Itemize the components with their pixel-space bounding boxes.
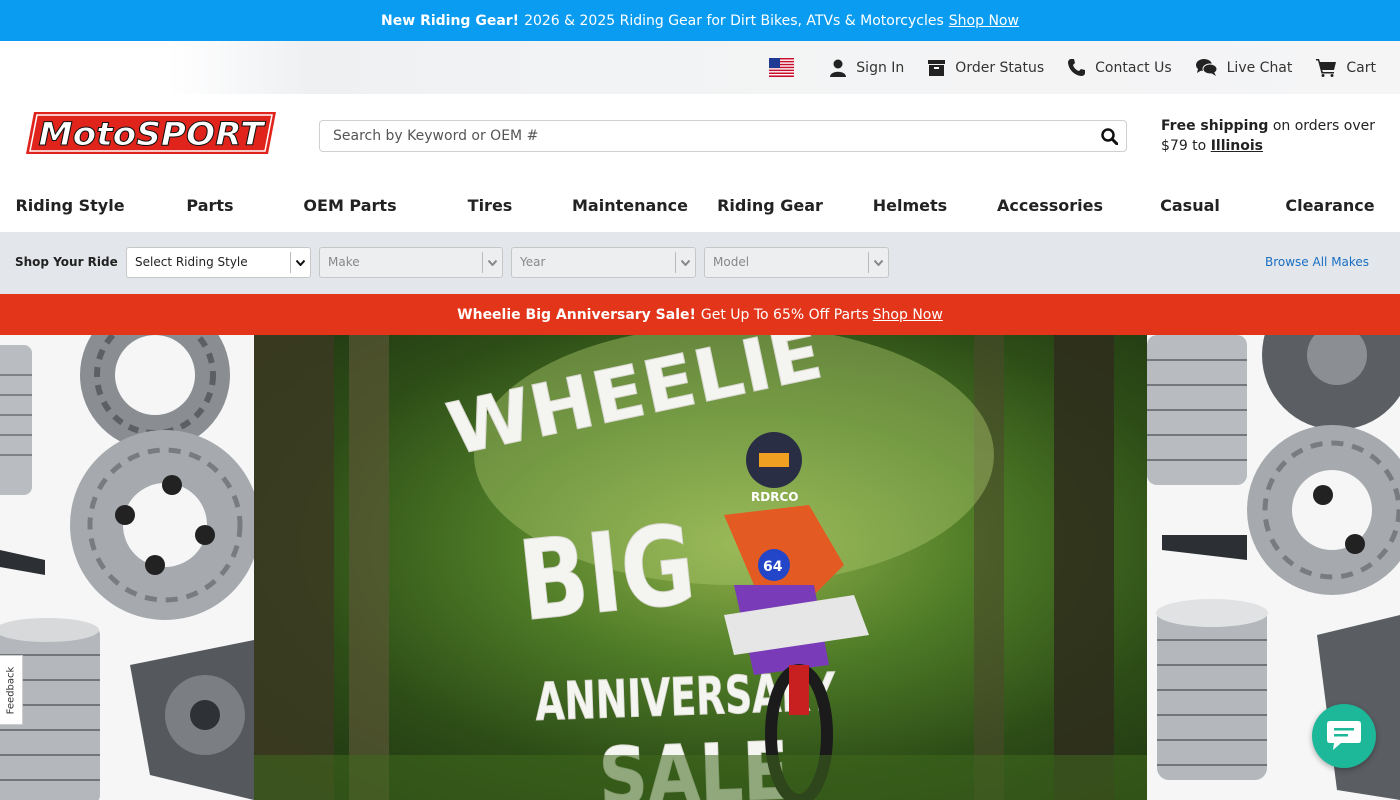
riding-style-value: Select Riding Style (135, 255, 248, 269)
nav-casual[interactable]: Casual (1120, 178, 1260, 232)
chevron-down-icon (868, 252, 888, 273)
chevron-down-icon (290, 252, 310, 273)
nav-riding-style[interactable]: Riding Style (0, 178, 140, 232)
make-select[interactable]: Make (319, 247, 503, 278)
brake-rotor-image (70, 430, 260, 620)
model-value: Model (713, 255, 750, 269)
nav-oem-parts[interactable]: OEM Parts (280, 178, 420, 232)
nav-riding-gear[interactable]: Riding Gear (700, 178, 840, 232)
top-promo-bar: New Riding Gear! 2026 & 2025 Riding Gear… (0, 0, 1400, 41)
chat-bubbles-icon (1195, 59, 1217, 76)
sign-in-label: Sign In (856, 59, 905, 76)
lever-image (1162, 535, 1247, 560)
nav-parts[interactable]: Parts (140, 178, 280, 232)
make-value: Make (328, 255, 360, 269)
free-shipping-notice: Free shipping on orders over $79 to Illi… (1161, 116, 1381, 156)
model-select[interactable]: Model (704, 247, 889, 278)
nav-maintenance[interactable]: Maintenance (560, 178, 700, 232)
shipping-state-link[interactable]: Illinois (1211, 138, 1263, 154)
logo-wordmark: MotoSPORT (39, 115, 266, 153)
nav-clearance[interactable]: Clearance (1260, 178, 1400, 232)
order-status-label: Order Status (955, 59, 1045, 76)
riding-style-select[interactable]: Select Riding Style (126, 247, 311, 278)
feedback-label: Feedback (5, 666, 17, 714)
cart-label: Cart (1346, 59, 1376, 76)
site-header: MotoSPORT Free shipping on orders over $… (0, 94, 1400, 178)
contact-us-label: Contact Us (1095, 59, 1172, 76)
promo-shop-now-link[interactable]: Shop Now (949, 13, 1019, 29)
sale-text: Get Up To 65% Off Parts (700, 306, 869, 323)
search-button[interactable] (1092, 121, 1126, 151)
order-status-link[interactable]: Order Status (928, 59, 1045, 76)
cart-link[interactable]: Cart (1316, 58, 1376, 77)
oil-filter-image (1156, 599, 1268, 780)
live-chat-button[interactable] (1312, 704, 1376, 768)
shop-your-ride-bar: Shop Your Ride Select Riding Style Make … (0, 232, 1400, 294)
us-flag-icon[interactable] (769, 58, 795, 77)
rider-number: 64 (763, 559, 783, 575)
archive-box-icon (928, 59, 946, 76)
chevron-down-icon (482, 252, 502, 273)
sprocket-cover-image (1262, 335, 1400, 430)
nav-accessories[interactable]: Accessories (980, 178, 1120, 232)
lever-image (0, 550, 45, 575)
nav-tires[interactable]: Tires (420, 178, 560, 232)
live-chat-label: Live Chat (1226, 59, 1293, 76)
promo-text: 2026 & 2025 Riding Gear for Dirt Bikes, … (524, 12, 944, 29)
oil-filter-image (1147, 335, 1247, 485)
year-select[interactable]: Year (511, 247, 696, 278)
contact-us-link[interactable]: Contact Us (1068, 59, 1172, 76)
chevron-down-icon (675, 252, 695, 273)
live-chat-link[interactable]: Live Chat (1195, 59, 1293, 76)
brake-rotor-image (1247, 425, 1400, 595)
hero-forest-scene: WHEELIE BIG ANNIVERSARY SALE 64 RDRCO (254, 335, 1147, 800)
sign-in-link[interactable]: Sign In (830, 59, 904, 77)
search-bar (319, 120, 1127, 152)
promo-headline: New Riding Gear! (381, 12, 520, 29)
motosport-logo[interactable]: MotoSPORT (26, 110, 280, 156)
nav-helmets[interactable]: Helmets (840, 178, 980, 232)
hero-banner[interactable]: WHEELIE BIG ANNIVERSARY SALE 64 RDRCO (0, 335, 1400, 800)
shipping-bold: Free shipping (1161, 118, 1269, 134)
hero-parts-collage-left (0, 335, 260, 800)
shop-your-ride-label: Shop Your Ride (15, 255, 118, 269)
shopping-cart-icon (1316, 58, 1337, 77)
user-icon (830, 59, 847, 77)
hero-word-big: BIG (513, 500, 700, 646)
main-nav: Riding Style Parts OEM Parts Tires Maint… (0, 178, 1400, 232)
oil-filter-image (0, 345, 32, 495)
sale-shop-now-link[interactable]: Shop Now (873, 307, 943, 323)
search-icon (1100, 127, 1118, 145)
utility-bar: Sign In Order Status Contact Us Live Cha… (0, 41, 1400, 94)
browse-all-makes-link[interactable]: Browse All Makes (1265, 255, 1369, 269)
search-input[interactable] (320, 122, 1092, 150)
year-value: Year (520, 255, 546, 269)
phone-icon (1068, 59, 1086, 76)
feedback-tab[interactable]: Feedback (0, 655, 23, 725)
sale-promo-bar: Wheelie Big Anniversary Sale! Get Up To … (0, 294, 1400, 335)
chat-bubble-icon (1327, 721, 1361, 750)
sprocket-cover-image (130, 640, 254, 800)
rider-jersey-brand: RDRCO (751, 490, 798, 504)
sale-headline: Wheelie Big Anniversary Sale! (457, 306, 696, 323)
